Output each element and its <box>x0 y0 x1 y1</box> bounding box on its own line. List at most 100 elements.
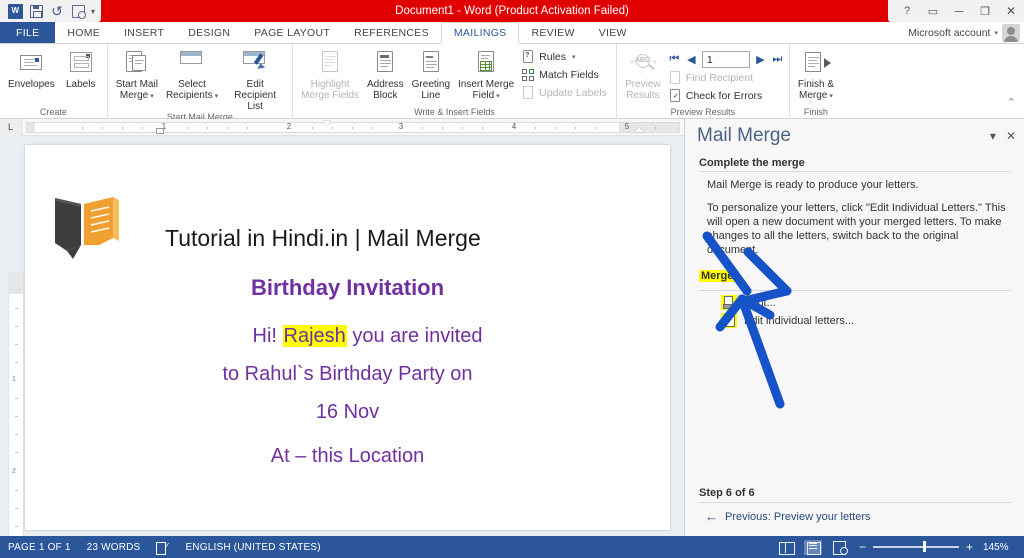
edit-recipient-list-button[interactable]: Edit Recipient List <box>223 47 287 112</box>
preview-results-icon: ABC « » <box>628 49 658 77</box>
left-indent-marker[interactable] <box>156 127 164 134</box>
merge-field-highlight: Rajesh <box>282 325 347 347</box>
horizontal-ruler[interactable]: L 1 2 3 4 5 <box>0 118 684 136</box>
start-mail-merge-icon <box>122 49 152 77</box>
ruler-number-2: 2 <box>286 121 292 131</box>
merge-paragraph-2: To personalize your letters, click "Edit… <box>707 202 1006 256</box>
page-indicator[interactable]: PAGE 1 OF 1 <box>8 542 71 553</box>
ruler-bar[interactable]: 1 2 3 4 5 <box>26 120 680 134</box>
task-pane-title: Mail Merge <box>697 125 791 146</box>
tab-references[interactable]: REFERENCES <box>342 22 441 44</box>
tab-home[interactable]: HOME <box>55 22 112 44</box>
check-for-errors-button[interactable]: ✓ Check for Errors <box>666 88 784 104</box>
next-record-button[interactable]: ▶ <box>754 53 767 66</box>
ribbon-group-finish: Finish & Merge ▾ Finish <box>790 44 842 119</box>
insert-merge-field-button[interactable]: Insert Merge Field ▾ <box>455 47 517 102</box>
line1-post: you are invited <box>346 325 483 347</box>
merge-heading: Merge <box>699 270 736 282</box>
previous-record-button[interactable]: ◀ <box>685 53 698 66</box>
right-indent-marker[interactable] <box>635 126 643 132</box>
zoom-value[interactable]: 145% <box>983 542 1015 553</box>
tab-stop-selector[interactable]: L <box>0 118 22 136</box>
group-label-preview-results: Preview Results <box>670 107 736 117</box>
chevron-down-icon: ▾ <box>994 30 998 37</box>
match-fields-label: Match Fields <box>539 69 599 81</box>
insert-merge-field-label-2: Field <box>472 90 495 101</box>
tab-mailings[interactable]: MAILINGS <box>440 22 520 44</box>
print-link-label: Print... <box>744 296 776 309</box>
chevron-down-icon[interactable]: ▾ <box>215 93 219 100</box>
chevron-down-icon[interactable]: ▾ <box>150 93 154 100</box>
collapse-ribbon-button[interactable]: ⌃ <box>1007 96 1016 109</box>
envelopes-button[interactable]: Envelopes <box>5 47 58 90</box>
group-label-create: Create <box>39 107 67 117</box>
rules-button[interactable]: ? Rules ▾ <box>519 49 611 65</box>
help-button[interactable]: ? <box>894 1 920 22</box>
preview-navigation: ⏮ ◀ 1 ▶ ⏭ Find Recipient ✓ Check for Err… <box>666 47 784 104</box>
update-labels-label: Update Labels <box>539 87 607 99</box>
address-block-button[interactable]: Address Block <box>364 47 407 101</box>
close-button[interactable]: ✕ <box>998 1 1024 22</box>
previous-step-link[interactable]: ← Previous: Preview your letters <box>705 509 1011 524</box>
ribbon-group-write-insert-fields: Highlight Merge Fields Address Block Gre… <box>293 44 617 119</box>
finish-merge-label-1: Finish & <box>797 79 834 90</box>
document-heading-text: Birthday Invitation <box>250 275 445 300</box>
zoom-slider[interactable] <box>873 541 959 553</box>
chevron-down-icon[interactable]: ▾ <box>496 93 500 100</box>
group-label-write-insert-fields: Write & Insert Fields <box>414 107 495 117</box>
account-area[interactable]: Microsoft account ▾ <box>908 23 1020 43</box>
zoom-in-button[interactable]: + <box>965 540 974 554</box>
print-layout-icon[interactable] <box>804 539 822 555</box>
print-link[interactable]: Print... <box>721 295 1010 310</box>
start-mail-merge-label-1: Start Mail <box>115 79 158 90</box>
edit-individual-letters-link[interactable]: Edit individual letters... <box>721 313 1010 328</box>
greeting-line-label-1: Greeting <box>411 79 451 90</box>
word-window: W ↺ ▾ Document1 - Word (Product Activati… <box>0 0 1024 558</box>
proofing-errors-icon[interactable] <box>156 541 170 555</box>
select-recipients-icon <box>177 49 207 77</box>
update-labels-button[interactable]: Update Labels <box>519 85 611 101</box>
task-pane-close-icon[interactable]: ✕ <box>1006 129 1016 143</box>
envelope-icon <box>16 49 46 77</box>
window-controls: ? ▭ ─ ❐ ✕ <box>888 0 1024 22</box>
start-mail-merge-button[interactable]: Start Mail Merge ▾ <box>113 47 161 102</box>
web-layout-icon[interactable] <box>831 540 849 555</box>
tab-review[interactable]: REVIEW <box>519 22 586 44</box>
greeting-line-button[interactable]: Greeting Line <box>409 47 453 101</box>
read-mode-icon[interactable] <box>777 540 795 555</box>
status-bar: PAGE 1 OF 1 23 WORDS ENGLISH (UNITED STA… <box>0 536 1024 558</box>
tab-insert[interactable]: INSERT <box>112 22 176 44</box>
task-pane-options-caret[interactable]: ▾ <box>990 129 996 143</box>
first-line-indent-marker[interactable] <box>323 120 331 126</box>
match-fields-button[interactable]: Match Fields <box>519 67 611 83</box>
find-recipient-button[interactable]: Find Recipient <box>666 70 784 86</box>
document-page[interactable]: Tutorial in Hindi.in | Mail Merge Birthd… <box>25 145 670 530</box>
zoom-slider-thumb[interactable] <box>923 541 926 553</box>
zoom-out-button[interactable]: − <box>858 540 867 554</box>
tab-page-layout[interactable]: PAGE LAYOUT <box>242 22 342 44</box>
complete-merge-heading: Complete the merge <box>699 157 1010 172</box>
select-recipients-label-2: Recipients <box>165 90 213 101</box>
chevron-down-icon[interactable]: ▾ <box>829 93 833 100</box>
ribbon-display-options-button[interactable]: ▭ <box>920 1 946 22</box>
record-number-input[interactable]: 1 <box>701 51 750 68</box>
labels-button[interactable]: Labels <box>60 47 102 90</box>
language-indicator[interactable]: ENGLISH (UNITED STATES) <box>185 542 320 553</box>
finish-and-merge-button[interactable]: Finish & Merge ▾ <box>795 47 837 102</box>
first-record-button[interactable]: ⏮ <box>668 53 681 66</box>
minimize-button[interactable]: ─ <box>946 1 972 22</box>
tab-view[interactable]: VIEW <box>587 22 639 44</box>
preview-results-button[interactable]: ABC « » Preview Results <box>622 47 664 101</box>
update-labels-icon <box>521 86 535 100</box>
restore-button[interactable]: ❐ <box>972 1 998 22</box>
vertical-ruler[interactable]: 1 2 3 <box>8 272 24 558</box>
last-record-button[interactable]: ⏭ <box>771 53 784 66</box>
tab-file[interactable]: FILE <box>0 22 56 44</box>
word-count[interactable]: 23 WORDS <box>87 542 141 553</box>
document-area: 1 2 3 <box>0 136 684 558</box>
highlight-merge-fields-button[interactable]: Highlight Merge Fields <box>298 47 362 101</box>
select-recipients-button[interactable]: Select Recipients ▾ <box>163 47 221 102</box>
chevron-down-icon[interactable]: ▾ <box>572 53 576 61</box>
tab-design[interactable]: DESIGN <box>176 22 242 44</box>
highlight-merge-fields-label-2: Merge Fields <box>301 90 359 101</box>
